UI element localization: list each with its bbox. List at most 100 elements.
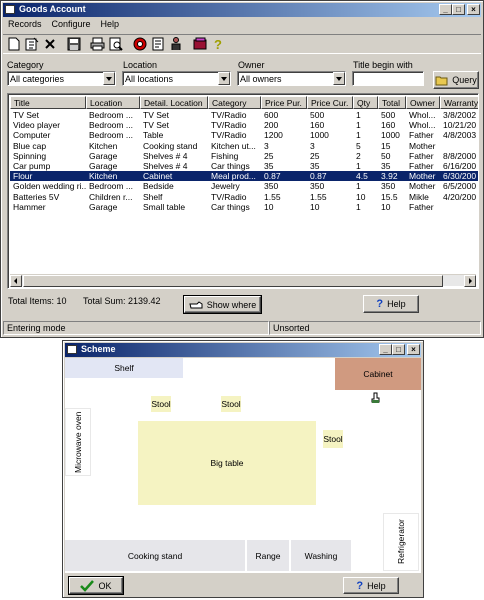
table-cell: 10	[356, 191, 366, 202]
title-bar[interactable]: Goods Account _ □ ×	[3, 3, 481, 17]
goods-table[interactable]: Title Location Detail. Location Category Pri…	[7, 93, 479, 289]
table-cell: 200	[264, 120, 279, 131]
table-cell: 25	[310, 150, 320, 161]
zone-washing[interactable]: Washing	[291, 540, 351, 571]
menu-help[interactable]: Help	[96, 18, 125, 32]
zone-cabinet[interactable]: Cabinet	[335, 358, 421, 390]
table-cell: 500	[381, 110, 396, 120]
zone-big-table[interactable]: Big table	[138, 421, 316, 505]
table-cell: 4.5	[356, 171, 368, 182]
chevron-down-icon[interactable]	[333, 72, 345, 85]
header-total[interactable]: Total	[378, 96, 406, 109]
table-cell: Children r...	[89, 191, 133, 202]
table-cell: Cabinet	[143, 171, 173, 182]
zone-cooking-stand[interactable]: Cooking stand	[65, 540, 245, 571]
zone-range[interactable]: Range	[247, 540, 289, 571]
header-location[interactable]: Location	[86, 96, 140, 109]
zone-microwave-oven[interactable]: Microwave oven	[65, 408, 91, 476]
minimize-button[interactable]: _	[439, 4, 452, 15]
table-cell: 0.87	[310, 171, 327, 182]
app-icon	[67, 345, 77, 354]
table-cell: Flour	[13, 171, 33, 182]
books-icon[interactable]	[191, 36, 208, 52]
save-icon[interactable]	[65, 36, 82, 52]
table-cell: TV Set	[13, 110, 39, 120]
table-cell: Computer	[13, 130, 51, 141]
svg-text:?: ?	[214, 37, 222, 51]
table-cell: Father	[409, 161, 434, 171]
table-cell: TV/Radio	[211, 191, 247, 202]
close-button[interactable]: ×	[467, 4, 480, 15]
location-select[interactable]: All locations	[122, 71, 231, 86]
header-owner[interactable]: Owner	[406, 96, 440, 109]
table-cell: Kitchen ut...	[211, 140, 256, 151]
zone-refrigerator[interactable]: Refrigerator	[383, 513, 419, 571]
table-cell: 35	[381, 161, 391, 171]
table-cell: Father	[409, 201, 434, 212]
chevron-down-icon[interactable]	[218, 72, 230, 85]
table-cell: 50	[381, 150, 391, 161]
menu-records[interactable]: Records	[3, 18, 47, 32]
help-button[interactable]: ? Help	[363, 295, 419, 313]
table-cell: 350	[310, 181, 325, 192]
zone-shelf[interactable]: Shelf	[65, 358, 183, 378]
table-cell: 1	[356, 181, 361, 192]
table-cell: 10	[264, 201, 274, 212]
close-button[interactable]: ×	[407, 344, 420, 355]
table-cell: Car pump	[13, 161, 51, 171]
table-cell: 1	[356, 130, 361, 141]
header-category[interactable]: Category	[208, 96, 261, 109]
header-detail-location[interactable]: Detail. Location	[140, 96, 208, 109]
show-where-button[interactable]: Show where	[183, 295, 262, 314]
show-where-label: Show where	[206, 299, 257, 310]
delete-icon[interactable]	[41, 36, 58, 52]
owner-select[interactable]: All owners	[237, 71, 346, 86]
settings-icon[interactable]	[131, 36, 148, 52]
print-preview-icon[interactable]	[107, 36, 124, 52]
maximize-button[interactable]: □	[392, 344, 405, 355]
owner-icon[interactable]	[167, 36, 184, 52]
chevron-down-icon[interactable]	[103, 72, 115, 85]
table-cell	[440, 141, 478, 151]
menu-configure[interactable]: Configure	[47, 18, 96, 32]
table-cell: Meal prod...	[211, 171, 256, 182]
header-title[interactable]: Title	[10, 96, 86, 109]
scroll-right-icon[interactable]	[464, 275, 476, 287]
header-qty[interactable]: Qty	[353, 96, 378, 109]
category-select[interactable]: All categories	[7, 71, 116, 86]
status-bar: Entering mode Unsorted	[3, 321, 481, 335]
edit-record-icon[interactable]	[23, 36, 40, 52]
table-cell: 0.87	[264, 171, 281, 182]
scheme-help-button[interactable]: ? Help	[343, 577, 399, 594]
horizontal-scrollbar[interactable]	[10, 274, 476, 287]
scheme-title-bar[interactable]: Scheme _ □ ×	[65, 343, 421, 357]
zone-stool-3[interactable]: Stool	[323, 430, 343, 448]
header-warranty[interactable]: Warranty	[440, 96, 478, 109]
header-price-cur[interactable]: Price Cur.	[307, 96, 353, 109]
table-cell: 35	[310, 161, 320, 171]
table-cell: Bedroom ...	[89, 130, 133, 141]
query-button[interactable]: Query	[433, 71, 479, 89]
table-cell: Father	[409, 150, 434, 161]
table-cell: 4/20/200	[443, 191, 477, 202]
header-price-pur[interactable]: Price Pur.	[261, 96, 307, 109]
zone-stool-1[interactable]: Stool	[151, 396, 171, 412]
new-record-icon[interactable]	[5, 36, 22, 52]
ok-button[interactable]: OK	[68, 576, 124, 595]
table-cell: Golden wedding ri...	[13, 181, 86, 192]
minimize-button[interactable]: _	[379, 344, 392, 355]
category-value: All categories	[10, 74, 65, 84]
table-cell: 350	[264, 181, 279, 192]
report-icon[interactable]	[149, 36, 166, 52]
table-cell: TV Set	[143, 110, 169, 120]
zone-stool-2[interactable]: Stool	[221, 396, 241, 412]
toolbar: ?	[3, 34, 481, 54]
scroll-left-icon[interactable]	[10, 275, 22, 287]
status-sort: Unsorted	[269, 321, 481, 335]
scroll-thumb[interactable]	[23, 275, 443, 287]
print-icon[interactable]	[89, 36, 106, 52]
title-begin-input[interactable]	[352, 71, 424, 86]
maximize-button[interactable]: □	[452, 4, 465, 15]
table-cell: Hammer	[13, 201, 46, 212]
help-icon[interactable]: ?	[209, 36, 226, 52]
